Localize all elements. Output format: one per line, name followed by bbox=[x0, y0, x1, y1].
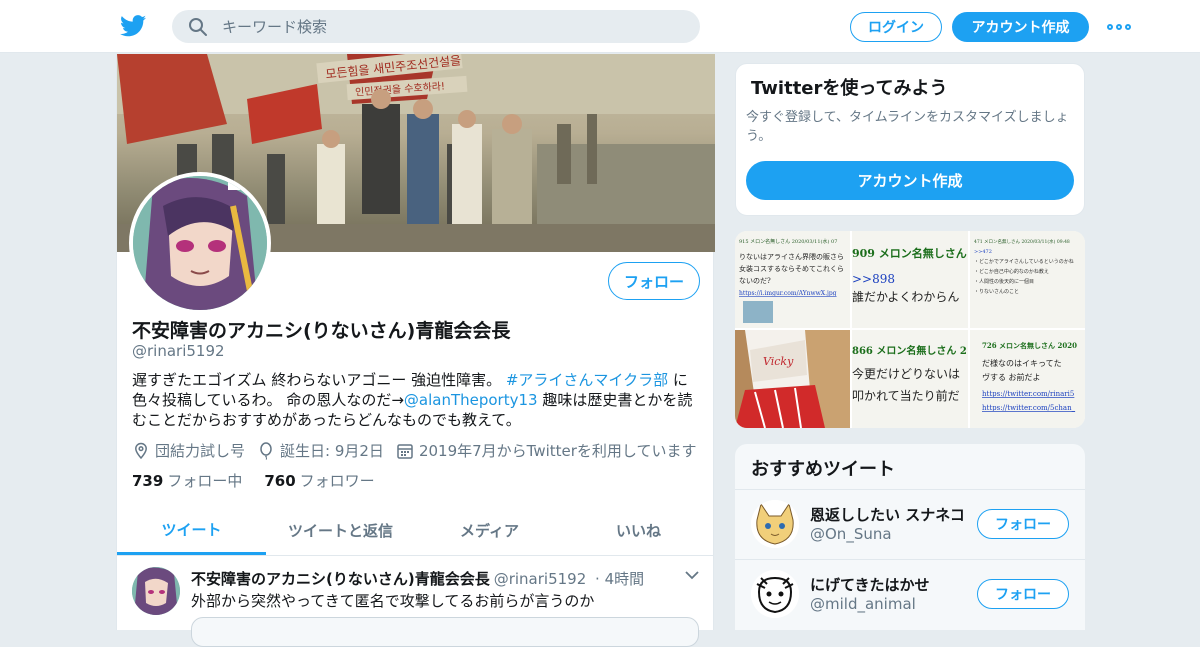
tab-tweets[interactable]: ツイート bbox=[117, 506, 266, 555]
search-input[interactable] bbox=[222, 17, 662, 36]
followers-stat[interactable]: 760 フォロワー bbox=[264, 470, 374, 491]
following-count: 739 bbox=[132, 472, 164, 490]
search-box[interactable] bbox=[172, 10, 700, 43]
profile-name: 不安障害のアカニシ(りないさん)青龍会会長 bbox=[132, 320, 511, 342]
followers-label: フォロワー bbox=[299, 472, 375, 490]
media-thumb[interactable]: 726 メロン名無しさん 2020 だ様なのはイキってた ヴする お前だよ ht… bbox=[970, 330, 1085, 428]
tweet-item[interactable]: 不安障害のアカニシ(りないさん)青龍会会長 @rinari5192 · 4時間 外… bbox=[117, 557, 713, 647]
signup-card-title: Twitterを使ってみよう bbox=[751, 78, 948, 99]
tweet-avatar[interactable] bbox=[132, 567, 180, 615]
bio-mention-link[interactable]: @alanTheporty13 bbox=[404, 391, 538, 409]
media-text: 726 メロン名無しさん 2020 bbox=[982, 341, 1077, 350]
media-text: >>898 bbox=[852, 272, 895, 286]
location-pin-icon bbox=[135, 442, 147, 459]
tweet-author-handle[interactable]: @rinari5192 bbox=[494, 570, 587, 588]
more-options-icon[interactable] bbox=[1107, 24, 1131, 30]
recommended-avatar[interactable] bbox=[751, 500, 799, 548]
profile-bio: 遅すぎたエゴイズム 終わらないアゴニー 強迫性障害。 #アライさんマイクラ部 に… bbox=[132, 370, 702, 430]
tweet-author-name[interactable]: 不安障害のアカニシ(りないさん)青龍会会長 bbox=[191, 570, 490, 588]
media-thumb[interactable]: 866 メロン名無しさん 2 今更だけどりないは 叩かれて当たり前だ bbox=[852, 330, 968, 428]
search-icon bbox=[189, 17, 207, 36]
following-label: フォロー中 bbox=[167, 472, 243, 490]
media-link: https://twitter.com/rinari5 bbox=[982, 390, 1074, 398]
tweet-avatar-illustration bbox=[132, 567, 180, 615]
media-text: 866 メロン名無しさん 2 bbox=[852, 344, 967, 357]
media-text: 915 メロン名無しさん 2020/03/11(水) 07 bbox=[739, 238, 837, 245]
calendar-icon bbox=[397, 443, 413, 459]
profile-column: 모든힘을 새민주조선건설을 인민정권을 수호하라! フォロー 不安障害のアカニシ… bbox=[116, 54, 715, 647]
profile-avatar[interactable] bbox=[129, 172, 271, 314]
media-text: ・どこかでアライさんしているというのかね bbox=[974, 258, 1074, 265]
recommended-handle: @mild_animal bbox=[810, 595, 916, 613]
media-grid: 915 メロン名無しさん 2020/03/11(水) 07 りないはアライさん界… bbox=[735, 231, 1085, 428]
tweet-text: 外部から突然やってきて匿名で攻撃してるお前らが言うのか bbox=[191, 592, 595, 610]
recommended-avatar[interactable] bbox=[751, 570, 799, 618]
media-thumb[interactable]: Vicky bbox=[735, 330, 850, 428]
signup-card: Twitterを使ってみよう 今すぐ登録して、タイムラインをカスタマイズしましょ… bbox=[735, 63, 1085, 216]
recommended-handle: @On_Suna bbox=[810, 525, 892, 543]
bio-hashtag-link[interactable]: #アライさんマイクラ部 bbox=[506, 371, 668, 389]
media-text: ・りないさんのこと bbox=[974, 288, 1019, 295]
follow-button[interactable]: フォロー bbox=[608, 262, 700, 300]
media-text: 471 メロン名無しさん 2020/03/11(水) 09:48 bbox=[974, 238, 1070, 245]
media-text: 女装コスするならそめてこれくら bbox=[739, 264, 844, 273]
profile-handle: @rinari5192 bbox=[132, 342, 225, 360]
profile-tabs: ツイート ツイートと返信 メディア いいね bbox=[117, 506, 713, 556]
balloon-icon bbox=[260, 441, 272, 460]
media-text: 誰だかよくわからん bbox=[852, 289, 959, 304]
chevron-down-icon[interactable] bbox=[685, 570, 699, 580]
media-link: https://i.imgur.com/AYnwwX.jpg bbox=[739, 290, 837, 297]
signup-card-button[interactable]: アカウント作成 bbox=[746, 161, 1074, 200]
tweet-quote-card[interactable] bbox=[191, 617, 699, 647]
media-thumb[interactable]: 909 メロン名無しさん >>898 誰だかよくわからん bbox=[852, 231, 968, 328]
bio-text: 遅すぎたエゴイズム 終わらないアゴニー 強迫性障害。 bbox=[132, 371, 506, 389]
login-button[interactable]: ログイン bbox=[850, 12, 942, 42]
followers-count: 760 bbox=[264, 472, 296, 490]
tab-media[interactable]: メディア bbox=[415, 506, 564, 555]
recommended-user[interactable]: 恩返ししたい スナネコ @On_Suna フォロー bbox=[735, 489, 1085, 559]
media-text: ・どこか自己中心的なのかね教え bbox=[974, 268, 1049, 275]
signup-button[interactable]: アカウント作成 bbox=[952, 12, 1089, 42]
svg-text:Vicky: Vicky bbox=[763, 355, 794, 368]
media-thumb[interactable]: 915 メロン名無しさん 2020/03/11(水) 07 りないはアライさん界… bbox=[735, 231, 850, 328]
media-text: りないはアライさん界隈の販さら bbox=[739, 252, 844, 261]
media-text: >>472 bbox=[974, 249, 992, 255]
tweet-header: 不安障害のアカニシ(りないさん)青龍会会長 @rinari5192 · 4時間 bbox=[191, 568, 644, 589]
joined-text: 2019年7月からTwitterを利用しています bbox=[418, 442, 697, 460]
twitter-bird-icon[interactable] bbox=[120, 14, 146, 38]
profile-meta: 団結力試し号 誕生日: 9月2日 2019年7月からTwitterを利用していま… bbox=[132, 440, 696, 461]
recommended-name[interactable]: 恩返ししたい スナネコ bbox=[810, 504, 970, 525]
birthday-text: 誕生日: 9月2日 bbox=[280, 442, 384, 460]
media-text: 今更だけどりないは bbox=[852, 366, 960, 381]
recommended-follow-button[interactable]: フォロー bbox=[977, 579, 1069, 609]
follow-stats: 739 フォロー中 760 フォロワー bbox=[132, 470, 375, 491]
tab-tweets-and-replies[interactable]: ツイートと返信 bbox=[266, 506, 415, 555]
recommended-title: おすすめツイート bbox=[751, 459, 895, 480]
media-text: だ様なのはイキってた bbox=[982, 358, 1062, 368]
media-link: https://twitter.com/5chan_ bbox=[982, 404, 1076, 412]
tweet-time[interactable]: · 4時間 bbox=[595, 570, 644, 588]
tab-likes[interactable]: いいね bbox=[564, 506, 713, 555]
following-stat[interactable]: 739 フォロー中 bbox=[132, 470, 242, 491]
recommended-name[interactable]: にげてきたはかせ bbox=[810, 574, 970, 595]
media-text: 叩かれて当たり前だ bbox=[852, 388, 960, 403]
media-text: ないのだ? bbox=[739, 277, 771, 285]
recommended-user[interactable]: にげてきたはかせ @mild_animal フォロー bbox=[735, 559, 1085, 629]
media-text: 909 メロン名無しさん bbox=[852, 246, 967, 260]
recommended-panel: おすすめツイート 恩返ししたい スナネコ @On_Suna フォロー にげてきた… bbox=[735, 444, 1085, 630]
signup-card-description: 今すぐ登録して、タイムラインをカスタマイズしましょう。 bbox=[746, 110, 1069, 144]
top-bar: ログイン アカウント作成 bbox=[0, 0, 1200, 53]
media-text: ヴする お前だよ bbox=[982, 372, 1041, 382]
avatar-illustration bbox=[133, 176, 267, 310]
recommended-follow-button[interactable]: フォロー bbox=[977, 509, 1069, 539]
location-text: 団結力試し号 bbox=[155, 442, 246, 460]
media-thumb[interactable]: 471 メロン名無しさん 2020/03/11(水) 09:48 >>472 ・… bbox=[970, 231, 1085, 328]
media-text: ・人間性の後天的に一個目 bbox=[974, 278, 1034, 285]
